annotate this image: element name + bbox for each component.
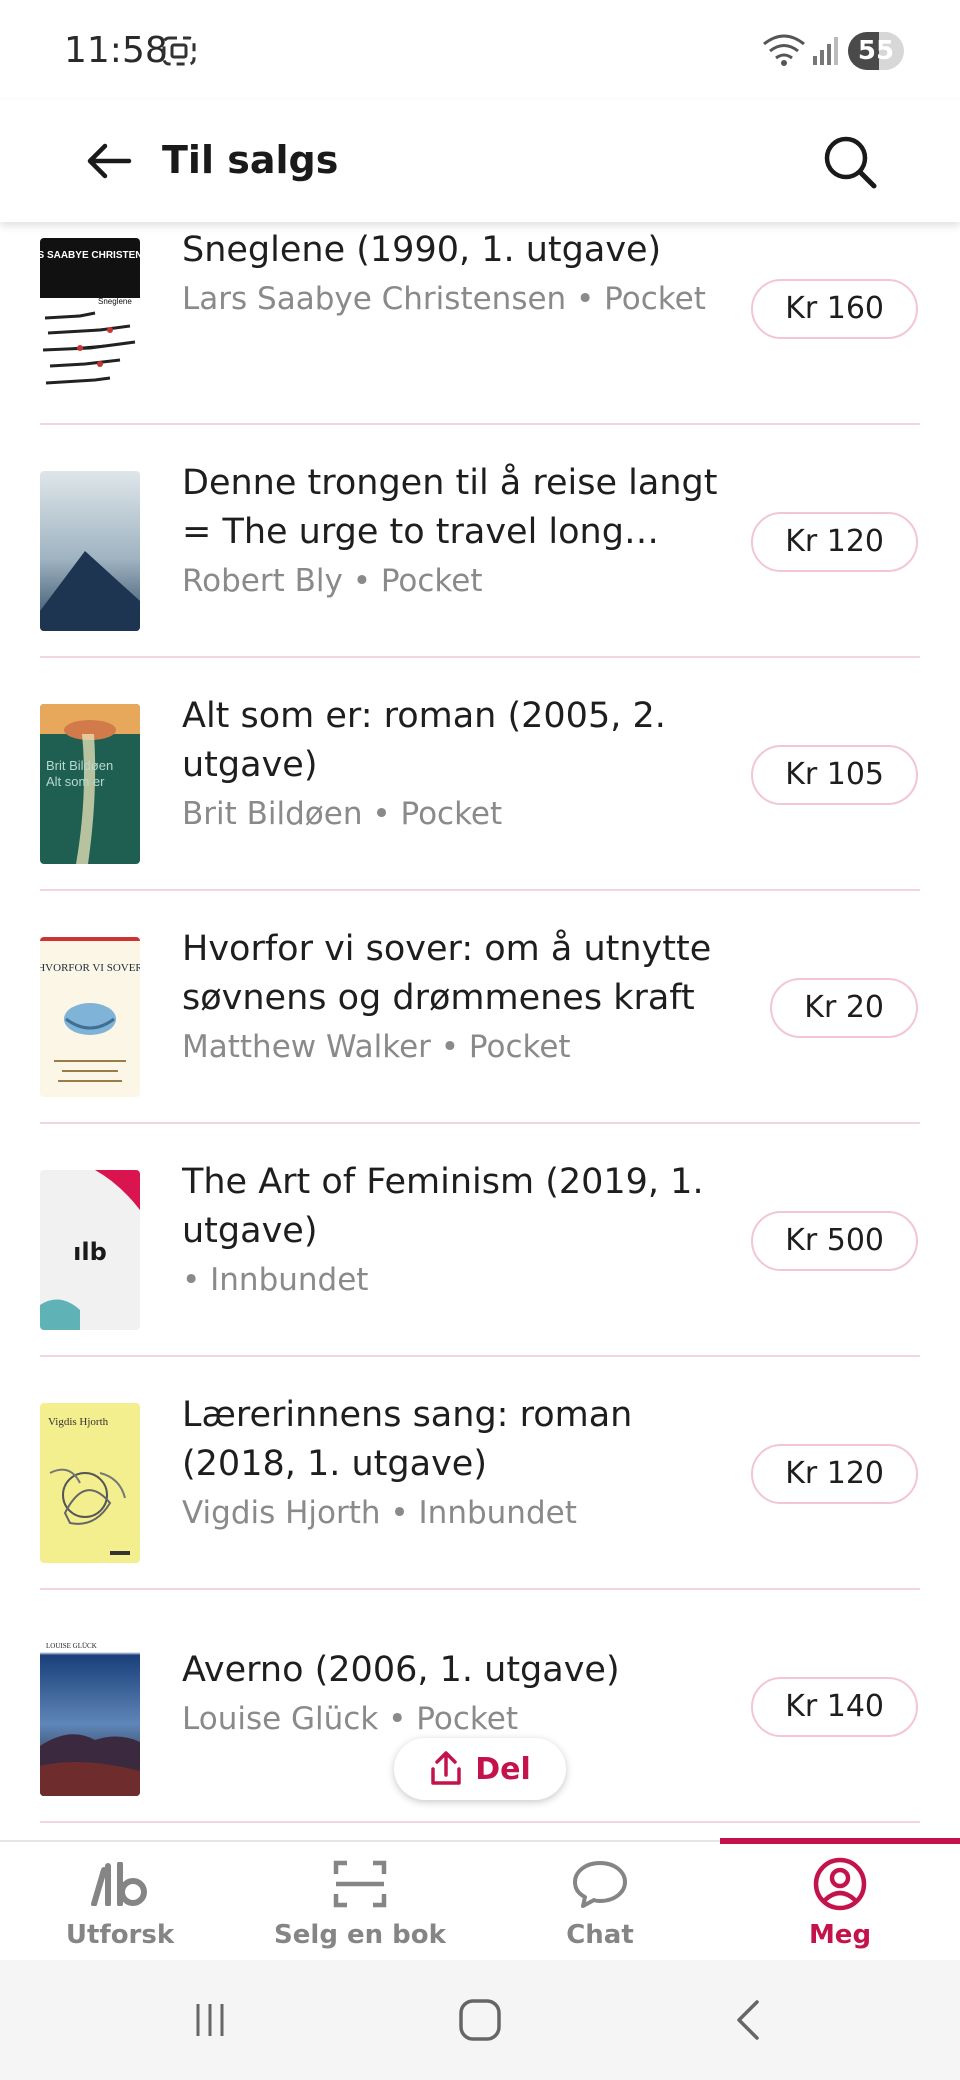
listing-title: Sneglene (1990, 1. utgave) bbox=[182, 230, 662, 270]
tab-label: Meg bbox=[808, 1920, 872, 1950]
tab-meg[interactable]: Meg bbox=[720, 1842, 960, 1960]
listing-list[interactable]: LARS SAABYE CHRISTENSEN Sneglene Sneglen… bbox=[0, 222, 960, 1840]
listing-title: Averno (2006, 1. utgave) bbox=[182, 1650, 620, 1690]
scan-icon bbox=[330, 1856, 390, 1912]
listing-title: Denne trongen til å reise langt = The ur… bbox=[182, 463, 718, 552]
page-title: Til salgs bbox=[162, 138, 339, 182]
cover-logo: ılb bbox=[73, 1238, 107, 1266]
screenshot-icon bbox=[162, 36, 196, 66]
explore-logo-icon bbox=[90, 1856, 150, 1912]
wifi-icon bbox=[762, 34, 806, 66]
listing-meta: Matthew Walker • Pocket bbox=[182, 1029, 571, 1065]
book-cover bbox=[40, 471, 140, 631]
search-button[interactable] bbox=[810, 122, 890, 202]
tab-label: Selg en bok bbox=[274, 1920, 446, 1950]
cover-title: LARS SAABYE CHRISTENSEN bbox=[40, 250, 140, 261]
battery-indicator: 55 bbox=[848, 32, 904, 70]
listing-meta: Brit Bildøen • Pocket bbox=[182, 796, 503, 832]
listing-meta: Louise Glück • Pocket bbox=[182, 1701, 518, 1737]
listing-title: Alt som er: roman (2005, 2. utgave) bbox=[182, 696, 666, 785]
listing-item[interactable]: LARS SAABYE CHRISTENSEN Sneglene Sneglen… bbox=[0, 222, 960, 425]
listing-meta: Robert Bly • Pocket bbox=[182, 563, 483, 599]
book-cover: LOUISE GLÜCK bbox=[40, 1636, 140, 1796]
cover-title: Brit Bildøen bbox=[46, 758, 113, 773]
search-icon bbox=[824, 136, 877, 189]
listing-title: Lærerinnens sang: roman (2018, 1. utgave… bbox=[182, 1395, 633, 1484]
price-badge: Kr 140 bbox=[751, 1676, 918, 1737]
tab-chat[interactable]: Chat bbox=[480, 1842, 720, 1960]
cover-title: LOUISE GLÜCK bbox=[46, 1642, 97, 1650]
system-back-button[interactable] bbox=[716, 1988, 780, 2052]
tab-utforsk[interactable]: Utforsk bbox=[0, 1842, 240, 1960]
tab-selg-en-bok[interactable]: Selg en bok bbox=[240, 1842, 480, 1960]
status-time: 11:58 bbox=[64, 30, 168, 71]
recent-apps-button[interactable] bbox=[178, 1988, 242, 2052]
home-icon bbox=[459, 1999, 501, 2041]
listing-item[interactable]: Brit Bildøen Alt som er Alt som er: roma… bbox=[0, 658, 960, 891]
price-badge: Kr 160 bbox=[751, 278, 918, 339]
cover-subtitle: Sneglene bbox=[98, 297, 132, 306]
arrow-back-icon bbox=[87, 143, 132, 179]
cover-title: HVORFOR VI SOVER bbox=[40, 962, 140, 974]
profile-icon bbox=[810, 1856, 870, 1912]
tab-label: Utforsk bbox=[65, 1920, 175, 1950]
listing-item[interactable]: Denne trongen til å reise langt = The ur… bbox=[0, 425, 960, 658]
price-badge: Kr 120 bbox=[751, 511, 918, 572]
listing-meta: Lars Saabye Christensen • Pocket bbox=[182, 281, 706, 317]
listing-item[interactable]: ılb The Art of Feminism (2019, 1. utgave… bbox=[0, 1124, 960, 1357]
listing-item[interactable]: HVORFOR VI SOVER Hvorfor vi sover: om å … bbox=[0, 891, 960, 1124]
status-bar: 11:58 55 bbox=[0, 0, 960, 100]
book-cover: LARS SAABYE CHRISTENSEN Sneglene bbox=[40, 238, 140, 398]
share-label: Del bbox=[475, 1751, 531, 1787]
listing-meta: • Innbundet bbox=[182, 1262, 369, 1298]
book-cover: Vigdis Hjorth bbox=[40, 1403, 140, 1563]
listing-title: Hvorfor vi sover: om å utnytte søvnens o… bbox=[182, 929, 712, 1018]
cover-subtitle: Alt som er bbox=[46, 774, 105, 789]
share-button[interactable]: Del bbox=[394, 1738, 566, 1800]
price-badge: Kr 120 bbox=[751, 1443, 918, 1504]
tab-label: Chat bbox=[566, 1920, 634, 1950]
app-bar: Til salgs bbox=[0, 100, 960, 222]
chat-bubble-icon bbox=[570, 1856, 630, 1912]
cover-title: Vigdis Hjorth bbox=[48, 1416, 109, 1428]
book-cover: HVORFOR VI SOVER bbox=[40, 937, 140, 1097]
system-navigation-bar bbox=[0, 1960, 960, 2080]
battery-level: 55 bbox=[857, 36, 895, 66]
book-cover: ılb bbox=[40, 1170, 140, 1330]
home-button[interactable] bbox=[448, 1988, 512, 2052]
price-badge: Kr 105 bbox=[751, 744, 918, 805]
back-button[interactable] bbox=[72, 124, 146, 198]
recent-apps-icon bbox=[196, 2004, 224, 2036]
price-badge: Kr 500 bbox=[751, 1210, 918, 1271]
listing-title: The Art of Feminism (2019, 1. utgave) bbox=[182, 1162, 704, 1251]
signal-icon bbox=[812, 36, 840, 66]
bottom-navigation: Utforsk Selg en bok Chat Meg bbox=[0, 1838, 960, 1960]
share-icon bbox=[431, 1751, 461, 1785]
chevron-left-icon bbox=[737, 2000, 759, 2040]
price-badge: Kr 20 bbox=[770, 977, 918, 1038]
book-cover: Brit Bildøen Alt som er bbox=[40, 704, 140, 864]
listing-meta: Vigdis Hjorth • Innbundet bbox=[182, 1495, 577, 1531]
listing-item[interactable]: Vigdis Hjorth Lærerinnens sang: roman (2… bbox=[0, 1357, 960, 1590]
